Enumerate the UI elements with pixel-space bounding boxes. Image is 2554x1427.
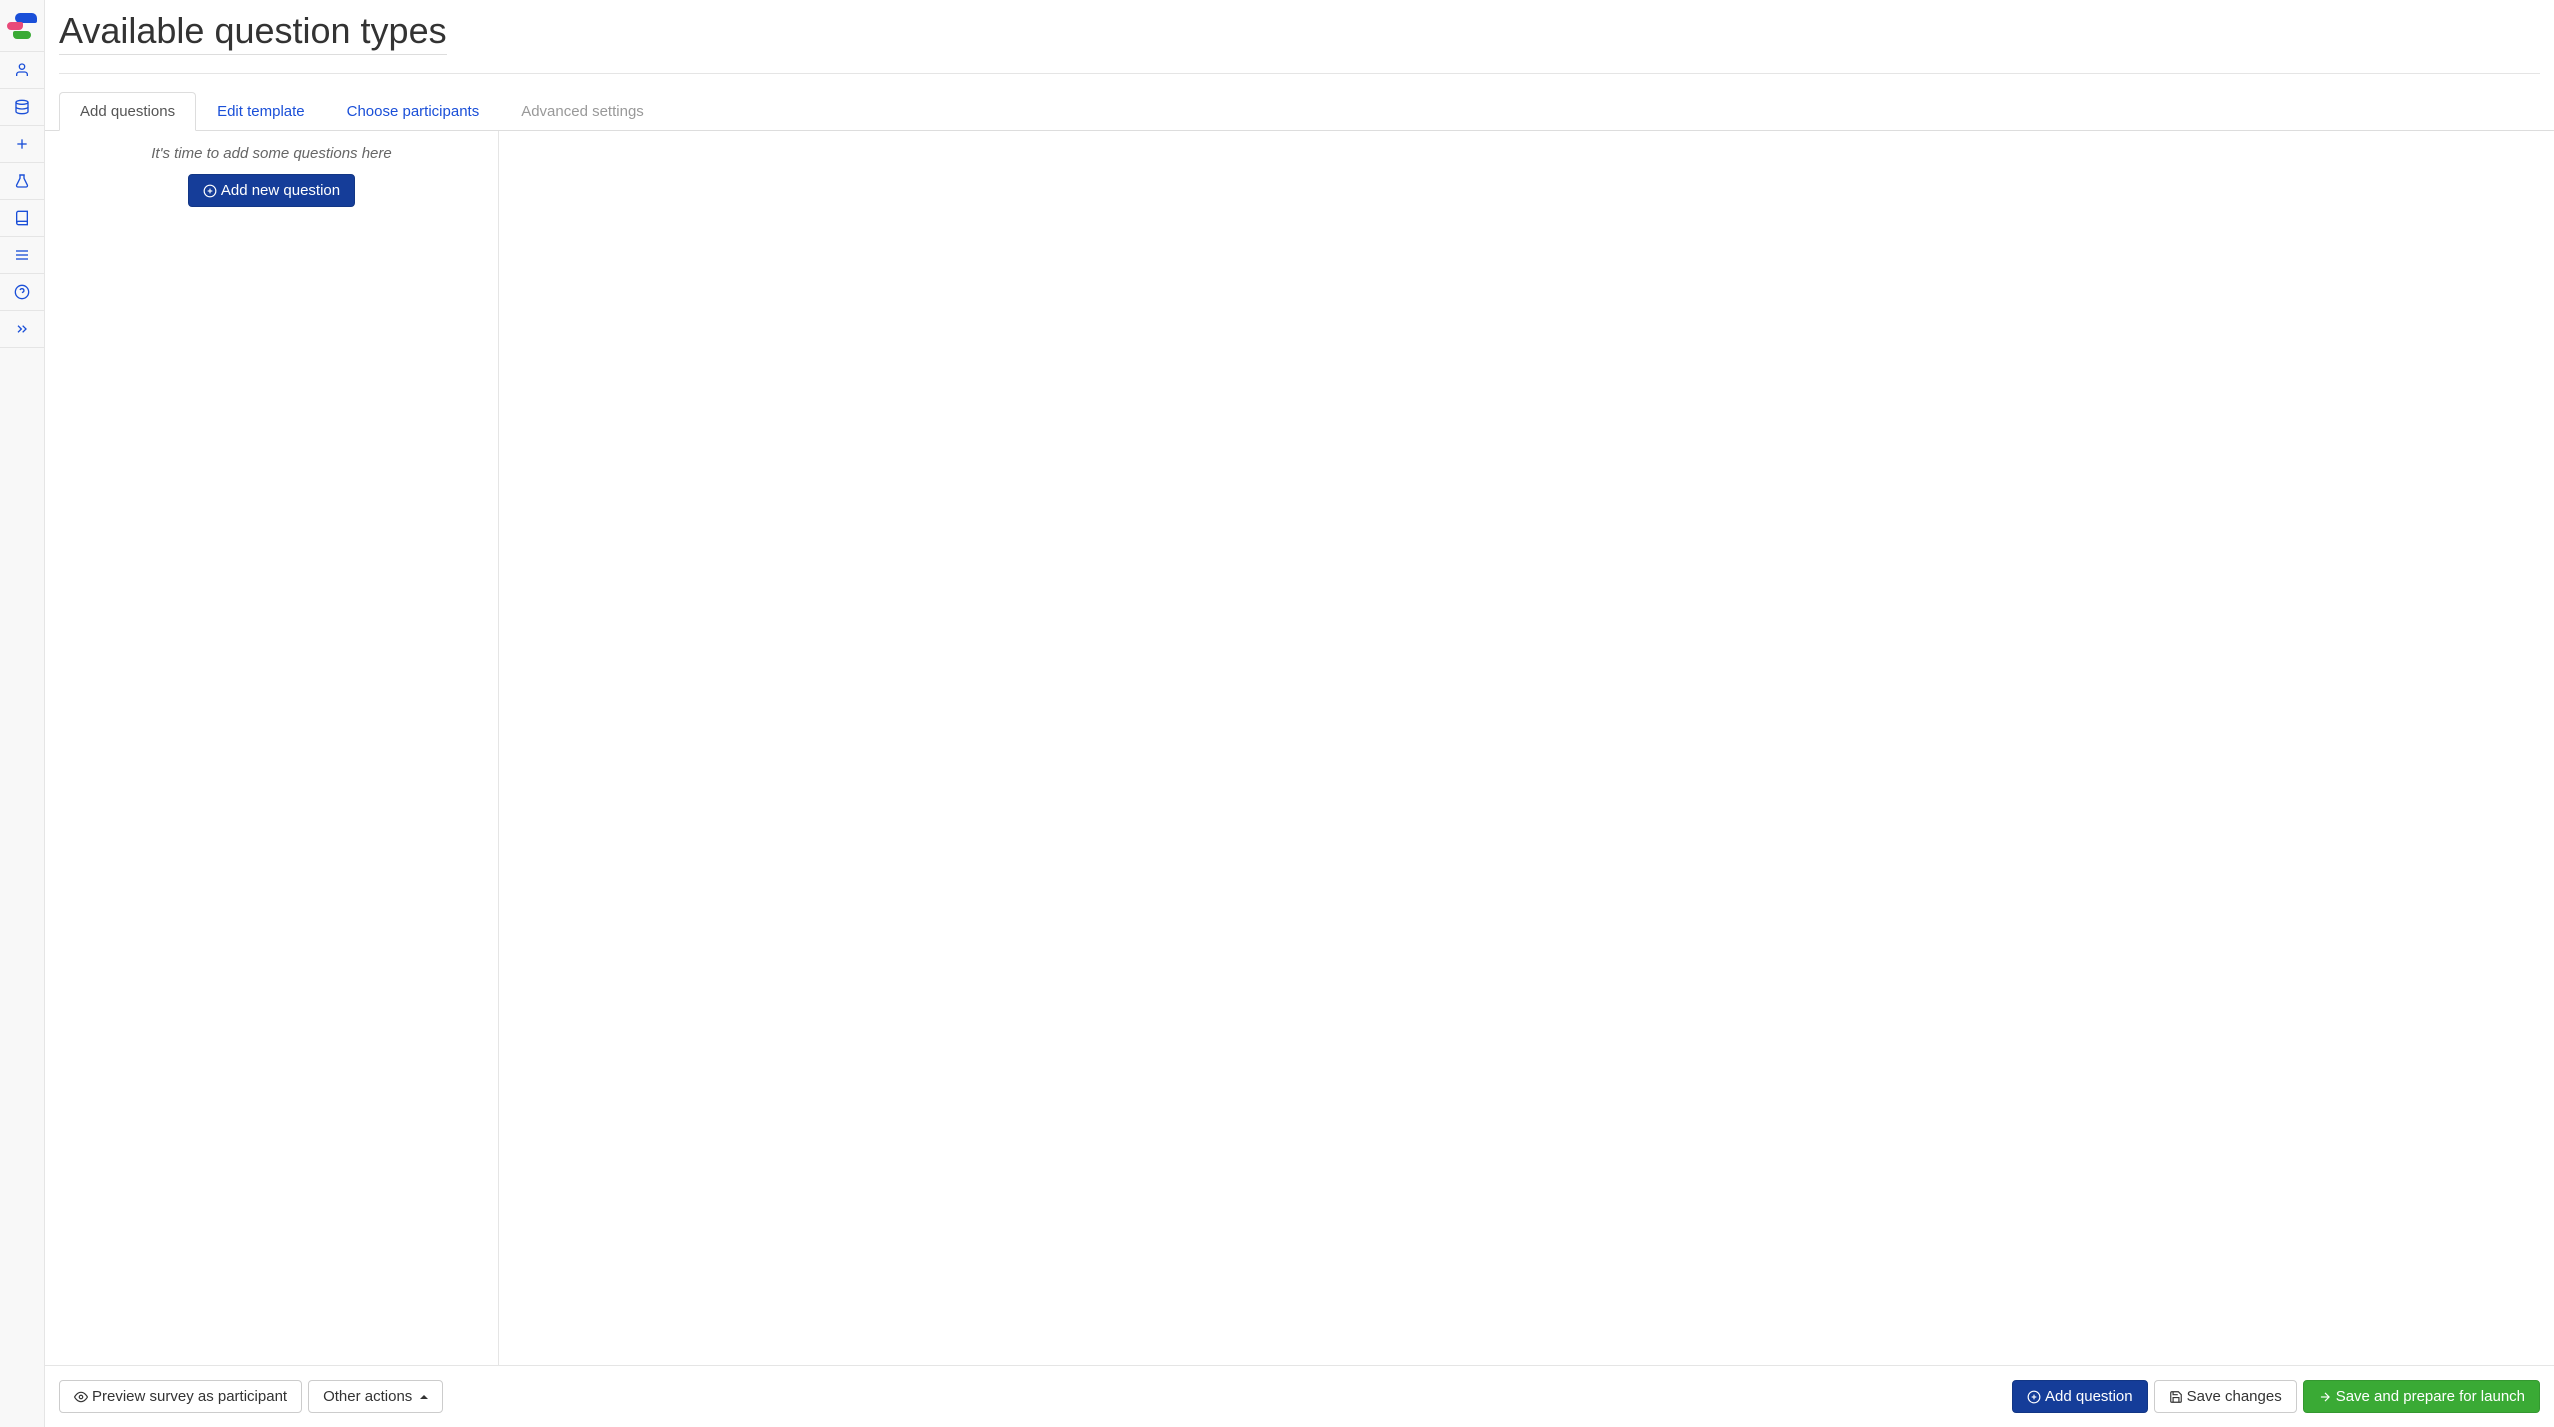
tab-choose-participants[interactable]: Choose participants	[326, 92, 501, 131]
footer-toolbar: Preview survey as participant Other acti…	[45, 1365, 2554, 1427]
preview-panel	[499, 131, 2554, 1365]
sidebar-item-menu[interactable]	[0, 237, 44, 274]
footer-left-group: Preview survey as participant Other acti…	[59, 1380, 443, 1413]
add-new-question-button[interactable]: Add new question	[188, 174, 355, 207]
footer-right-group: Add question Save changes Save and prepa…	[2012, 1380, 2540, 1413]
other-actions-button[interactable]: Other actions	[308, 1380, 443, 1413]
tab-label: Advanced settings	[521, 103, 644, 120]
tab-label: Edit template	[217, 103, 305, 120]
questions-panel: It's time to add some questions here Add…	[45, 131, 499, 1365]
content-area: It's time to add some questions here Add…	[45, 131, 2554, 1365]
expand-icon	[14, 321, 30, 337]
main-content: Available question types Add questions E…	[45, 0, 2554, 1427]
logo-icon	[7, 11, 37, 41]
button-label: Add new question	[221, 182, 340, 199]
page-title: Available question types	[59, 10, 447, 55]
tab-edit-template[interactable]: Edit template	[196, 92, 326, 131]
header-divider	[59, 73, 2540, 74]
save-changes-button[interactable]: Save changes	[2154, 1380, 2297, 1413]
tab-label: Add questions	[80, 103, 175, 120]
sidebar-item-database[interactable]	[0, 89, 44, 126]
button-label: Preview survey as participant	[92, 1388, 287, 1405]
tab-advanced-settings: Advanced settings	[500, 92, 665, 131]
sidebar-item-flask[interactable]	[0, 163, 44, 200]
sidebar-item-add[interactable]	[0, 126, 44, 163]
button-label: Other actions	[323, 1388, 412, 1405]
add-question-button[interactable]: Add question	[2012, 1380, 2148, 1413]
flask-icon	[14, 173, 30, 189]
help-icon	[14, 284, 30, 300]
caret-up-icon	[420, 1395, 428, 1399]
button-label: Save changes	[2187, 1388, 2282, 1405]
app-logo[interactable]	[0, 0, 44, 52]
sidebar-item-user[interactable]	[0, 52, 44, 89]
sidebar-item-book[interactable]	[0, 200, 44, 237]
save-launch-button[interactable]: Save and prepare for launch	[2303, 1380, 2540, 1413]
page-header: Available question types	[45, 0, 2554, 92]
button-label: Save and prepare for launch	[2336, 1388, 2525, 1405]
app-container: Available question types Add questions E…	[0, 0, 2554, 1427]
plus-circle-icon	[203, 184, 217, 198]
preview-survey-button[interactable]: Preview survey as participant	[59, 1380, 302, 1413]
plus-circle-icon	[2027, 1390, 2041, 1404]
user-icon	[14, 62, 30, 78]
book-icon	[14, 210, 30, 226]
button-label: Add question	[2045, 1388, 2133, 1405]
tab-label: Choose participants	[347, 103, 480, 120]
tabs-container: Add questions Edit template Choose parti…	[45, 92, 2554, 131]
save-icon	[2169, 1390, 2183, 1404]
database-icon	[14, 99, 30, 115]
arrow-right-icon	[2318, 1390, 2332, 1404]
menu-icon	[14, 247, 30, 263]
eye-icon	[74, 1390, 88, 1404]
sidebar	[0, 0, 45, 1427]
plus-icon	[14, 136, 30, 152]
empty-state-message: It's time to add some questions here	[59, 145, 484, 162]
tab-add-questions[interactable]: Add questions	[59, 92, 196, 131]
sidebar-item-expand[interactable]	[0, 311, 44, 348]
sidebar-item-help[interactable]	[0, 274, 44, 311]
